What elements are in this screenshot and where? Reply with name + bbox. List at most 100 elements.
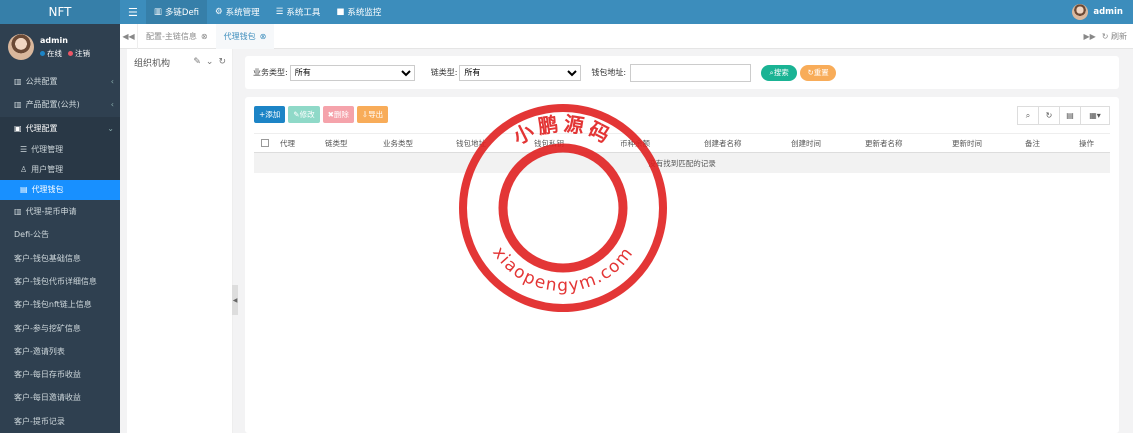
online-status: 在线 bbox=[40, 48, 62, 59]
card-icon: ▤ bbox=[1066, 111, 1074, 120]
gear-icon: ⚙ bbox=[215, 7, 223, 17]
user-icon: ♙ bbox=[20, 165, 28, 175]
col-token-balance[interactable]: 币种余额 bbox=[620, 138, 650, 149]
list-icon: ☰ bbox=[20, 145, 28, 155]
search-icon: ⌕ bbox=[1025, 110, 1031, 120]
col-update-time[interactable]: 更新时间 bbox=[952, 138, 982, 149]
sidebar-item-mining[interactable]: 客户-参与挖矿信息 bbox=[0, 316, 120, 339]
tabs-prev-button[interactable]: ◀◀ bbox=[120, 23, 138, 49]
chain-type-label: 链类型: bbox=[430, 68, 458, 77]
empty-row: 没有找到匹配的记录 bbox=[254, 153, 1110, 173]
col-biz-type[interactable]: 业务类型 bbox=[383, 138, 413, 149]
delete-button[interactable]: ✖ 删除 bbox=[322, 106, 354, 123]
bank-icon: ▥ bbox=[14, 77, 22, 87]
nav-system-monitor[interactable]: ■ 系统监控 bbox=[328, 0, 389, 24]
nav-system-tools[interactable]: ☰ 系统工具 bbox=[268, 0, 329, 24]
sidebar-item-wallet-nft[interactable]: 客户-钱包nft链上信息 bbox=[0, 293, 120, 316]
sidebar-item-agent-wallet[interactable]: ▤ 代理钱包 bbox=[0, 179, 120, 200]
col-remark[interactable]: 备注 bbox=[1025, 138, 1040, 149]
sidebar-user-name: admin bbox=[40, 35, 68, 45]
image-icon: ▣ bbox=[14, 123, 22, 133]
close-icon[interactable]: ⊗ bbox=[260, 32, 267, 41]
search-button[interactable]: ⌕ 搜索 bbox=[761, 64, 798, 81]
data-grid-panel: + 添加 ✎ 修改 ✖ 删除 ⇩ 导出 ⌕ ↻ ▤ ▦▾ 代理 链类型 业务类型 钱包地… bbox=[245, 97, 1119, 433]
chart-icon: ▥ bbox=[153, 7, 162, 17]
sidebar-item-daily-invite[interactable]: 客户-每日邀请收益 bbox=[0, 386, 120, 409]
top-nav: ☰ ▥ 多链Defi ⚙ 系统管理 ☰ 系统工具 ■ 系统监控 bbox=[120, 0, 389, 24]
user-menu[interactable]: admin bbox=[1072, 4, 1123, 20]
refresh-icon: ↻ bbox=[1045, 111, 1053, 120]
sidebar-item-daily-deposit[interactable]: 客户-每日存币收益 bbox=[0, 363, 120, 386]
double-left-icon: ◀◀ bbox=[122, 31, 135, 41]
col-updater[interactable]: 更新者名称 bbox=[865, 138, 903, 149]
panel-splitter bbox=[233, 49, 241, 433]
menu-icon: ☰ bbox=[128, 5, 138, 19]
grid-icon: ▦▾ bbox=[1089, 111, 1101, 120]
toggle-view-button[interactable]: ▤ bbox=[1059, 106, 1081, 125]
sidebar-item-agent-management[interactable]: ☰ 代理管理 bbox=[0, 140, 120, 160]
chevron-left-icon: ‹ bbox=[110, 100, 114, 110]
org-tree-panel: 组织机构 ✎ ⌄ ↻ bbox=[127, 49, 233, 433]
chain-type-select[interactable]: 所有 bbox=[459, 64, 582, 81]
double-right-icon[interactable]: ▶▶ bbox=[1083, 32, 1095, 41]
export-button[interactable]: ⇩ 导出 bbox=[356, 106, 389, 123]
grid-toolbar: + 添加 ✎ 修改 ✖ 删除 ⇩ 导出 bbox=[254, 106, 389, 123]
sidebar-item-invite-list[interactable]: 客户-邀请列表 bbox=[0, 340, 120, 363]
wallet-address-input[interactable] bbox=[630, 63, 752, 82]
edit-icon[interactable]: ✎ bbox=[193, 57, 201, 67]
avatar bbox=[8, 34, 34, 60]
sidebar-item-defi-notice[interactable]: Defi-公告 bbox=[0, 223, 120, 246]
col-wallet-address[interactable]: 钱包地址 bbox=[456, 138, 486, 149]
sidebar-submenu: ☰ 代理管理 ♙ 用户管理 ▤ 代理钱包 bbox=[0, 139, 120, 200]
col-creator[interactable]: 创建者名称 bbox=[704, 138, 742, 149]
wallet-address-label: 钱包地址: bbox=[591, 68, 627, 77]
sidebar: admin 在线 注销 ▥ 公共配置 ‹ ▥ 产品配置(公共) ‹ ▣ 代理配置 ⌄ ☰ 代理… bbox=[0, 24, 120, 433]
menu-toggle-button[interactable]: ☰ bbox=[120, 0, 146, 24]
reset-button[interactable]: ↻ 重置 bbox=[800, 64, 837, 81]
refresh-icon[interactable]: ↻ bbox=[218, 57, 226, 67]
col-create-time[interactable]: 创建时间 bbox=[791, 138, 821, 149]
collapse-handle[interactable]: ◀ bbox=[232, 285, 238, 315]
col-actions[interactable]: 操作 bbox=[1079, 138, 1094, 149]
nav-multichain-defi[interactable]: ▥ 多链Defi bbox=[145, 0, 208, 24]
sidebar-item-public-config[interactable]: ▥ 公共配置 ‹ bbox=[0, 70, 120, 93]
tab-chain-config[interactable]: 配置-主链信息 ⊗ bbox=[138, 24, 216, 49]
sidebar-item-agent-config[interactable]: ▣ 代理配置 ⌄ bbox=[0, 116, 120, 140]
col-chain-type[interactable]: 链类型 bbox=[325, 138, 348, 149]
table-header: 代理 链类型 业务类型 钱包地址 钱包私钥 币种余额 创建者名称 创建时间 更新… bbox=[254, 133, 1110, 153]
logout-link[interactable]: 注销 bbox=[68, 48, 90, 59]
book-icon: ▤ bbox=[20, 185, 28, 195]
close-icon[interactable]: ⊗ bbox=[201, 32, 208, 41]
col-private-key[interactable]: 钱包私钥 bbox=[534, 138, 564, 149]
search-form: 业务类型: 所有 链类型: 所有 钱包地址: ⌕ 搜索 ↻ 重置 bbox=[245, 56, 1119, 89]
add-button[interactable]: + 添加 bbox=[254, 106, 286, 123]
sidebar-item-wallet-basic[interactable]: 客户-钱包基础信息 bbox=[0, 246, 120, 269]
nav-system-management[interactable]: ⚙ 系统管理 bbox=[207, 0, 268, 24]
biz-type-select[interactable]: 所有 bbox=[289, 64, 415, 81]
edit-button[interactable]: ✎ 修改 bbox=[288, 106, 320, 123]
sidebar-item-product-config[interactable]: ▥ 产品配置(公共) ‹ bbox=[0, 93, 120, 116]
org-tree-header: 组织机构 ✎ ⌄ ↻ bbox=[127, 49, 232, 75]
sidebar-item-withdraw-request[interactable]: ▥ 代理-提币申请 bbox=[0, 200, 120, 223]
toggle-search-button[interactable]: ⌕ bbox=[1017, 106, 1039, 125]
avatar bbox=[1072, 4, 1089, 20]
chevron-down-icon[interactable]: ⌄ bbox=[206, 57, 214, 67]
col-agent[interactable]: 代理 bbox=[280, 138, 295, 149]
video-icon: ■ bbox=[336, 7, 345, 17]
sidebar-item-user-management[interactable]: ♙ 用户管理 bbox=[0, 160, 120, 180]
chevron-left-icon: ‹ bbox=[110, 77, 114, 87]
brand-logo: NFT bbox=[0, 0, 120, 24]
chevron-down-icon: ⌄ bbox=[107, 123, 114, 133]
sidebar-item-wallet-token[interactable]: 客户-钱包代币详细信息 bbox=[0, 270, 120, 293]
page-tabs: ◀◀ 配置-主链信息 ⊗ 代理钱包 ⊗ ▶▶ ↻ 刷新 bbox=[120, 23, 1133, 49]
caret-left-icon: ◀ bbox=[232, 296, 238, 304]
tab-agent-wallet[interactable]: 代理钱包 ⊗ bbox=[215, 23, 275, 49]
refresh-button[interactable]: ↻ 刷新 bbox=[1102, 31, 1127, 42]
columns-button[interactable]: ▦▾ bbox=[1080, 106, 1110, 125]
refresh-button[interactable]: ↻ bbox=[1038, 106, 1060, 125]
list-icon: ☰ bbox=[275, 7, 284, 17]
refresh-icon: ↻ bbox=[1101, 31, 1109, 41]
sidebar-item-withdraw-records[interactable]: 客户-提币记录 bbox=[0, 410, 120, 433]
select-all-checkbox[interactable] bbox=[261, 139, 269, 147]
sidebar-user-panel: admin 在线 注销 bbox=[0, 24, 120, 70]
